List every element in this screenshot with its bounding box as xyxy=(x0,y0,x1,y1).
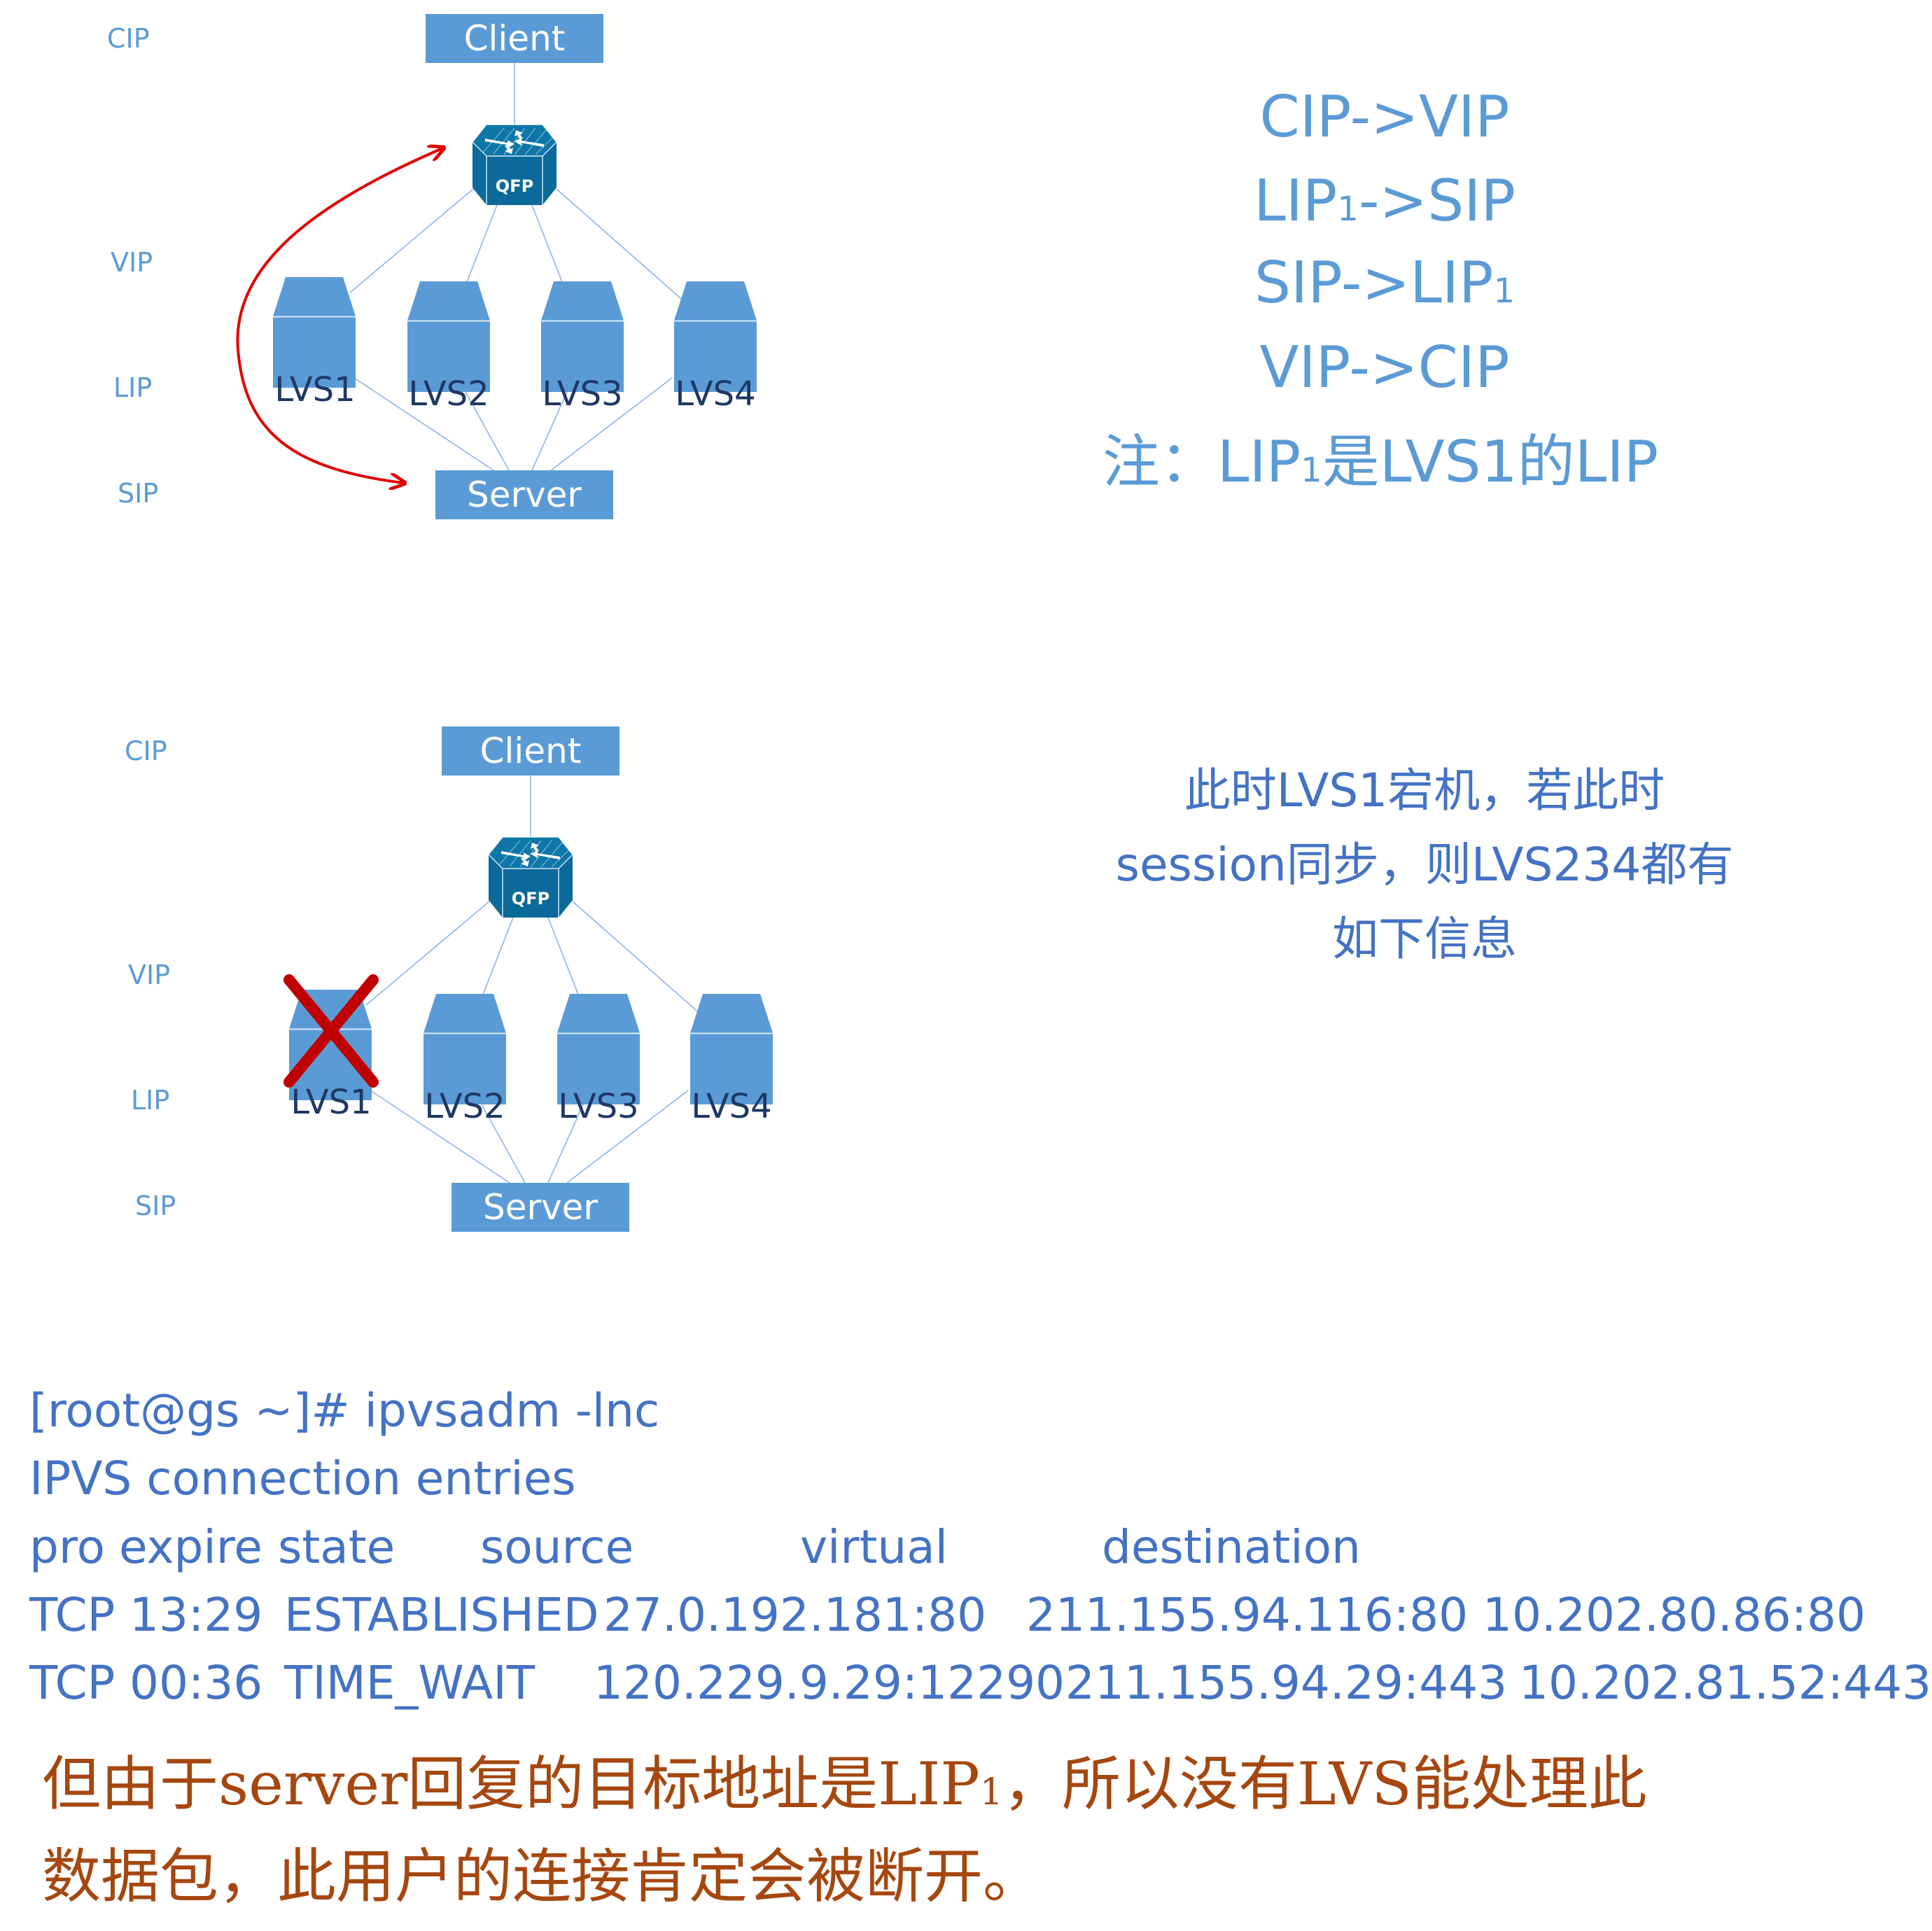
col-destination: destination xyxy=(1102,1520,1361,1574)
cell-destination: 10.202.81.52:443 xyxy=(1519,1656,1931,1710)
lvs-label-2: LVS2 xyxy=(408,374,489,414)
network-links xyxy=(349,63,704,471)
client-label: Client xyxy=(480,731,582,771)
flow-line-1: CIP->VIP xyxy=(1259,84,1509,150)
layer-label-cip: CIP xyxy=(125,736,167,766)
cell-source: 120.229.9.29:12290 xyxy=(594,1656,1065,1710)
router-node[interactable]: QFP xyxy=(472,124,557,206)
failover-note: 此时LVS1宕机，若此时 session同步，则LVS234都有 如下信息 xyxy=(1116,764,1734,966)
col-expire: expire xyxy=(119,1520,262,1574)
server-label: Server xyxy=(467,475,582,515)
lvs-label-3: LVS3 xyxy=(558,1087,638,1126)
cell-expire: 13:29 xyxy=(130,1588,262,1642)
network-links xyxy=(365,775,720,1184)
table-header: pro expire state source virtual destinat… xyxy=(29,1520,1361,1574)
lvs-label-4: LVS4 xyxy=(675,374,755,414)
lvs-label-1: LVS1 xyxy=(274,370,355,409)
lvs-label-1: LVS1 xyxy=(290,1083,371,1122)
cell-state: TIME_WAIT xyxy=(284,1656,536,1710)
layer-label-vip: VIP xyxy=(128,960,170,990)
terminal-output: [root@gs ~]# ipvsadm -lnc IPVS connectio… xyxy=(29,1384,1931,1710)
layer-label-cip: CIP xyxy=(107,23,150,54)
lvs-label-2: LVS2 xyxy=(424,1087,505,1126)
col-pro: pro xyxy=(29,1520,105,1574)
layer-label-sip: SIP xyxy=(118,478,158,509)
cell-source: 27.0.192.181:80 xyxy=(603,1588,986,1642)
col-virtual: virtual xyxy=(800,1520,948,1574)
layer-label-lip: LIP xyxy=(113,372,152,403)
lvs-label-4: LVS4 xyxy=(691,1087,771,1126)
layer-label-sip: SIP xyxy=(135,1191,176,1221)
router-label: QFP xyxy=(512,889,550,908)
col-state: state xyxy=(278,1520,395,1574)
col-source: source xyxy=(480,1520,634,1574)
client-node[interactable]: Client xyxy=(426,14,603,63)
diagram-bottom: CIP VIP LIP SIP Client QFP LVS1 LVS2 LVS… xyxy=(125,726,774,1232)
cell-state: ESTABLISHED xyxy=(284,1588,599,1642)
conclusion: 但由于server回复的目标地址是LIP1，所以没有LVS能处理此 数据包，此用… xyxy=(42,1750,1647,1911)
diagram-top: CIP VIP LIP SIP Client QFP LVS1 LVS2 LVS… xyxy=(107,14,757,519)
packet-flow: CIP->VIP LIP1->SIP SIP->LIP1 VIP->CIP 注：… xyxy=(1102,84,1658,496)
cell-virtual: 211.155.94.116:80 xyxy=(1026,1588,1468,1642)
cell-expire: 00:36 xyxy=(130,1656,262,1710)
cell-pro: TCP xyxy=(29,1588,115,1642)
router-label: QFP xyxy=(496,176,533,196)
client-label: Client xyxy=(464,18,566,59)
slide-canvas: CIP VIP LIP SIP Client QFP LVS1 LVS2 LVS… xyxy=(29,14,1931,1911)
failover-note-line-1: 此时LVS1宕机，若此时 xyxy=(1184,764,1665,817)
server-node[interactable]: Server xyxy=(451,1183,629,1232)
cell-pro: TCP xyxy=(29,1656,115,1710)
failover-note-line-2: session同步，则LVS234都有 xyxy=(1116,838,1734,892)
cell-virtual: 211.155.94.29:443 xyxy=(1065,1656,1507,1710)
command-prompt: [root@gs ~]# ipvsadm -lnc xyxy=(29,1384,659,1438)
conclusion-line-2: 数据包，此用户的连接肯定会被断开。 xyxy=(42,1842,1042,1911)
output-title: IPVS connection entries xyxy=(29,1452,576,1505)
router-node[interactable]: QFP xyxy=(488,836,573,918)
table-row: TCP 00:36 TIME_WAIT 120.229.9.29:12290 2… xyxy=(29,1656,1931,1710)
flow-note: 注：LIP1是LVS1的LIP xyxy=(1102,429,1658,496)
table-row: TCP 13:29 ESTABLISHED 27.0.192.181:80 21… xyxy=(29,1588,1865,1642)
server-node[interactable]: Server xyxy=(435,470,613,519)
flow-line-3: SIP->LIP1 xyxy=(1254,250,1515,316)
layer-label-lip: LIP xyxy=(131,1085,169,1116)
flow-line-4: VIP->CIP xyxy=(1259,335,1509,401)
client-node[interactable]: Client xyxy=(442,726,620,775)
lvs-label-3: LVS3 xyxy=(542,374,622,414)
conclusion-line-1: 但由于server回复的目标地址是LIP1，所以没有LVS能处理此 xyxy=(42,1750,1647,1818)
server-label: Server xyxy=(483,1187,598,1228)
flow-line-2: LIP1->SIP xyxy=(1254,168,1516,234)
cell-destination: 10.202.80.86:80 xyxy=(1483,1588,1865,1642)
failover-note-line-3: 如下信息 xyxy=(1332,912,1517,966)
layer-label-vip: VIP xyxy=(111,247,153,278)
